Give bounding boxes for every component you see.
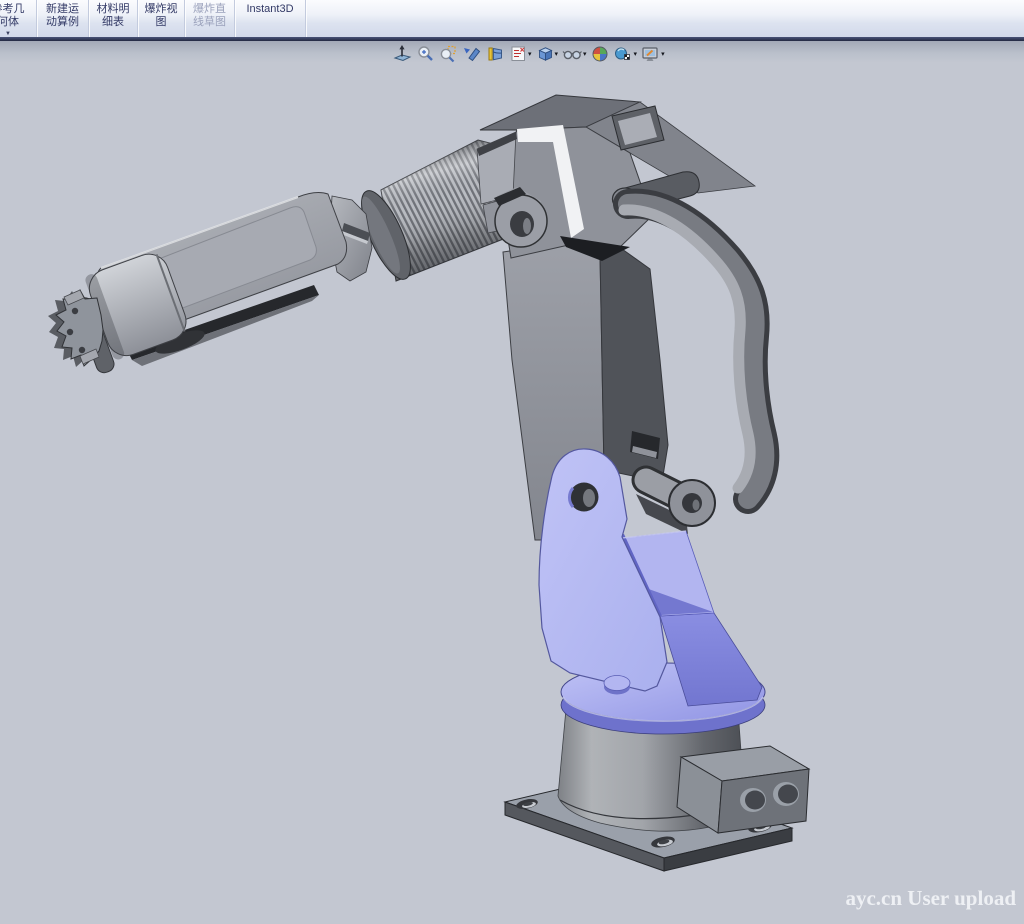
- display-style-icon[interactable]: ▾: [535, 43, 559, 65]
- normal-to-view-icon[interactable]: [392, 43, 412, 65]
- ribbon-button-instant3d[interactable]: Instant3D: [235, 0, 306, 37]
- ribbon-button-reference-geometry[interactable]: 参考几 何体 ▼: [0, 0, 37, 37]
- view-orientation-icon[interactable]: ▾: [508, 43, 532, 65]
- section-view-icon[interactable]: [485, 43, 505, 65]
- robot-arm-model: ayc.cn User upload: [0, 63, 1024, 924]
- block-hole: [773, 782, 799, 806]
- ribbon-bottom-edge: [0, 37, 1024, 41]
- block-hole: [740, 788, 766, 812]
- dropdown-arrow-icon[interactable]: ▾: [555, 50, 559, 58]
- dropdown-arrow-icon[interactable]: ▾: [583, 50, 587, 58]
- hide-show-items-icon[interactable]: ▾: [561, 43, 587, 65]
- ribbon-button-bill-of-materials[interactable]: 材料明 细表: [89, 0, 138, 37]
- apply-scene-icon[interactable]: ▾: [613, 43, 638, 65]
- heads-up-view-toolbar: ▾ ▾ ▾ ▾ ▾: [392, 43, 665, 65]
- dropdown-arrow-icon[interactable]: ▾: [661, 50, 665, 58]
- ribbon-button-exploded-view[interactable]: 爆炸视 图: [138, 0, 185, 37]
- disc-button: [604, 676, 630, 695]
- command-manager-ribbon: 参考几 何体 ▼ 新建运 动算例 材料明 细表 爆炸视 图 爆炸直 线草图 In…: [0, 0, 1024, 37]
- graphics-viewport-3d[interactable]: ayc.cn User upload: [0, 63, 1024, 924]
- watermark-text: ayc.cn User upload: [845, 886, 1016, 910]
- dropdown-arrow-icon[interactable]: ▾: [634, 50, 638, 58]
- flange-hole: [79, 347, 85, 353]
- flange-hole: [72, 308, 78, 314]
- zoom-to-area-icon[interactable]: [438, 43, 458, 65]
- flange-hole: [67, 329, 73, 335]
- edit-appearance-icon[interactable]: [590, 43, 610, 65]
- zoom-to-fit-icon[interactable]: [415, 43, 435, 65]
- side-block: [677, 746, 809, 833]
- view-settings-icon[interactable]: ▾: [640, 43, 665, 65]
- previous-view-icon[interactable]: [461, 43, 482, 65]
- ribbon-button-explode-line-sketch[interactable]: 爆炸直 线草图: [185, 0, 235, 37]
- dropdown-arrow-icon[interactable]: ▾: [528, 50, 532, 58]
- ribbon-button-new-motion-study[interactable]: 新建运 动算例: [37, 0, 89, 37]
